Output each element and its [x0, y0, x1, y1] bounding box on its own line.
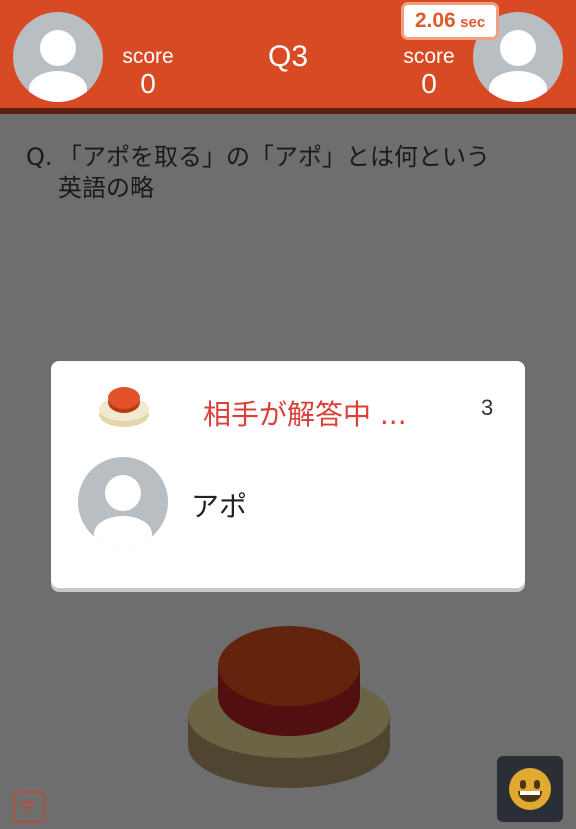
timer-value: 2.06 — [414, 9, 456, 32]
opponent-answering-status: 相手が解答中 ... — [203, 398, 407, 431]
right-score-value: 0 — [421, 68, 437, 99]
buzzer-graphic — [188, 626, 390, 788]
buzzer-button[interactable] — [186, 618, 392, 788]
answering-player-avatar — [78, 457, 168, 547]
question-line-1: 「アポを取る」の「アポ」とは何という — [58, 143, 490, 171]
right-score-label: score — [403, 45, 455, 68]
left-player-score: score 0 — [108, 45, 188, 99]
left-player-avatar — [13, 12, 103, 102]
right-player-score: score 0 — [389, 45, 469, 99]
wifi-icon[interactable] — [13, 791, 45, 823]
question-prefix: Q. — [26, 143, 53, 171]
answer-text: アポ — [191, 490, 248, 523]
left-score-label: score — [122, 45, 174, 68]
buzzer-icon — [99, 385, 149, 429]
answering-dialog: 相手が解答中 ... 3 アポ — [51, 361, 525, 588]
emoji-reaction-button[interactable] — [497, 756, 563, 822]
grin-emoji-icon — [509, 768, 551, 810]
countdown: 3 — [481, 395, 494, 420]
left-score-value: 0 — [140, 68, 156, 99]
timer-badge: 2.06 sec — [401, 2, 499, 40]
question-number: Q3 — [267, 40, 309, 73]
timer-unit: sec — [460, 14, 486, 31]
question-line-2: 英語の略 — [58, 174, 154, 202]
question-text: Q. 「アポを取る」の「アポ」とは何という 英語の略 — [26, 142, 566, 204]
